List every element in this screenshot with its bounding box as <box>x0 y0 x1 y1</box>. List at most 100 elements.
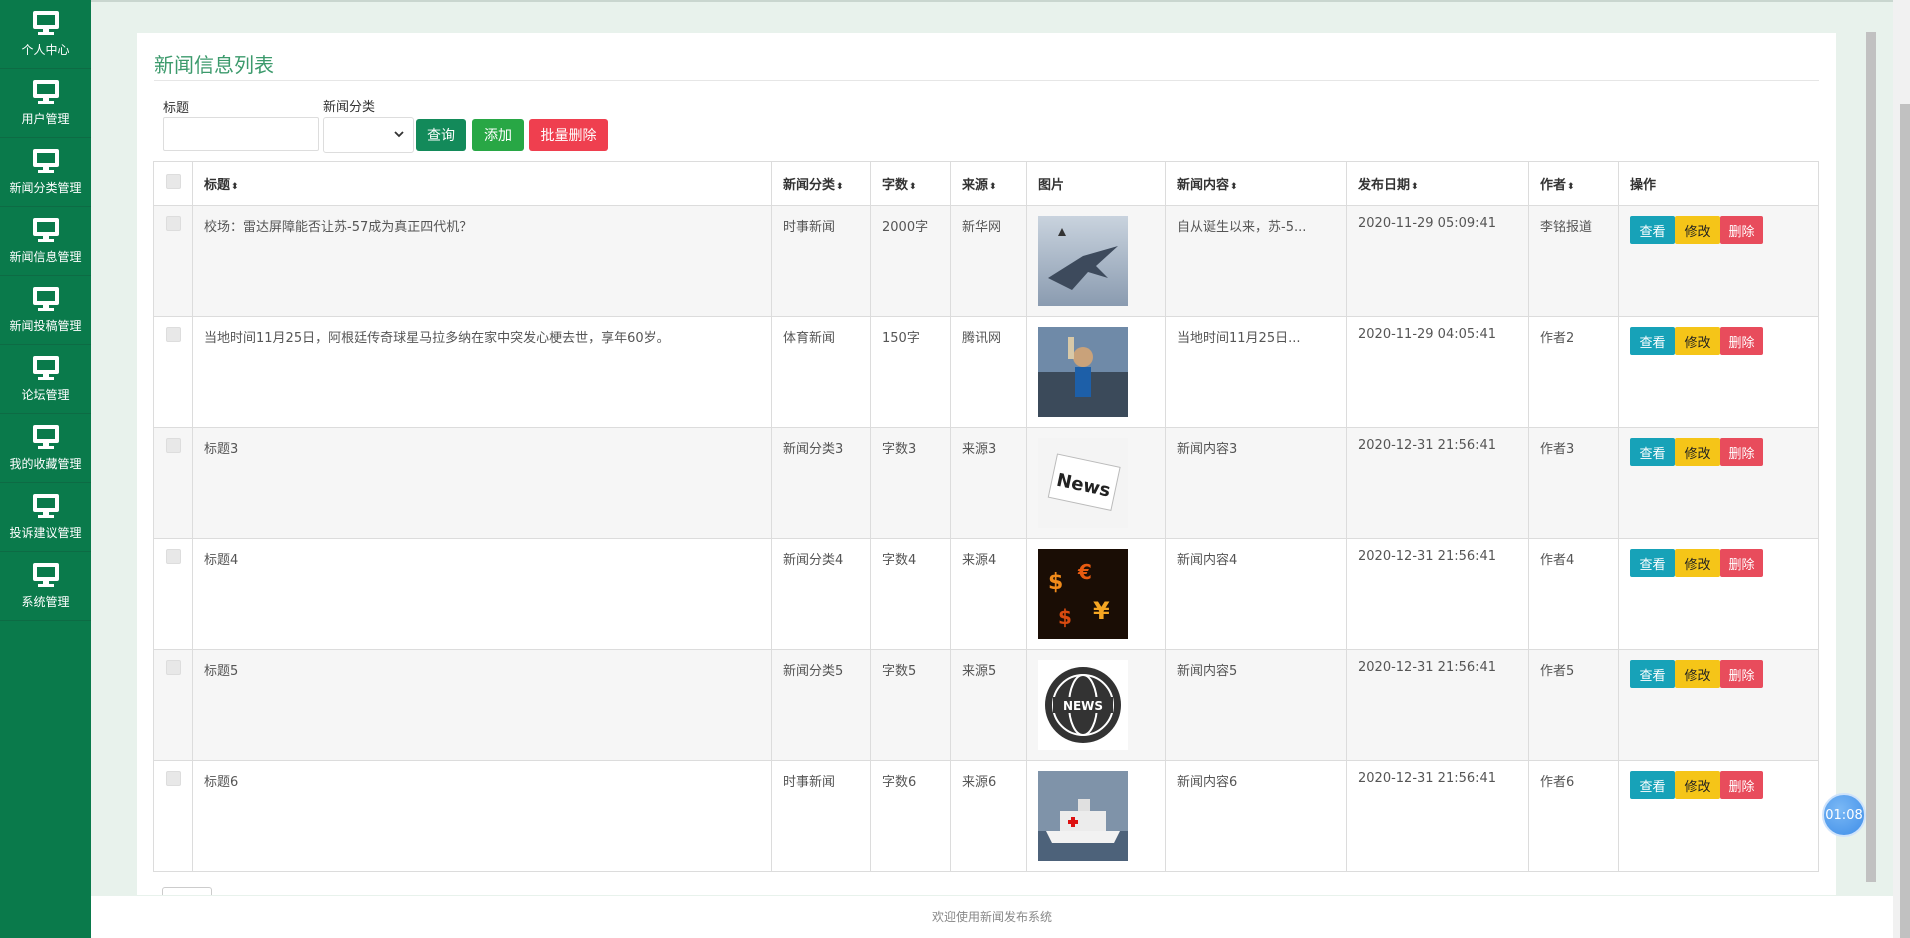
cell-date: 2020-12-31 21:56:41 <box>1346 538 1529 650</box>
monitor-icon <box>32 355 59 380</box>
monitor-icon <box>32 79 59 104</box>
col-ops: 操作 <box>1618 161 1819 206</box>
sidebar-item-6[interactable]: 我的收藏管理 <box>0 414 91 483</box>
col-words[interactable]: 字数⬍ <box>870 161 951 206</box>
cell-image: $ € ¥ $ <box>1026 538 1166 650</box>
col-category-label: 新闻分类 <box>783 178 836 193</box>
view-button[interactable]: 查看 <box>1630 660 1675 688</box>
edit-button[interactable]: 修改 <box>1675 438 1720 466</box>
select-all-cell <box>153 161 193 206</box>
col-source[interactable]: 来源⬍ <box>950 161 1027 206</box>
sidebar-item-8[interactable]: 系统管理 <box>0 552 91 621</box>
delete-button[interactable]: 删除 <box>1720 660 1763 688</box>
sidebar-item-2[interactable]: 新闻分类管理 <box>0 138 91 207</box>
sidebar-item-label: 论坛管理 <box>21 387 70 402</box>
col-title[interactable]: 标题⬍ <box>192 161 772 206</box>
page-title: 新闻信息列表 <box>154 53 274 77</box>
cell-date: 2020-12-31 21:56:41 <box>1346 760 1529 872</box>
cell-content: 新闻内容5 <box>1165 649 1347 761</box>
row-checkbox[interactable] <box>166 327 181 342</box>
news-paper-image: News <box>1038 438 1154 528</box>
row-checkbox[interactable] <box>166 438 181 453</box>
page-size-select[interactable] <box>162 887 212 895</box>
cell-author: 作者2 <box>1528 316 1619 428</box>
cell-category: 时事新闻 <box>771 760 871 872</box>
monitor-icon <box>32 10 59 35</box>
col-author-label: 作者 <box>1540 178 1567 193</box>
row-checkbox[interactable] <box>166 660 181 675</box>
delete-button[interactable]: 删除 <box>1720 771 1763 799</box>
col-author[interactable]: 作者⬍ <box>1528 161 1619 206</box>
timer-badge[interactable]: 01:08 <box>1822 793 1866 837</box>
title-search-input[interactable] <box>163 117 319 151</box>
sidebar-item-7[interactable]: 投诉建议管理 <box>0 483 91 552</box>
batch-delete-button[interactable]: 批量删除 <box>529 119 608 151</box>
query-button[interactable]: 查询 <box>416 119 466 151</box>
view-button[interactable]: 查看 <box>1630 327 1675 355</box>
col-source-label: 来源 <box>962 178 989 193</box>
panel-scrollbar-thumb[interactable] <box>1866 32 1876 882</box>
cell-words: 字数6 <box>870 760 951 872</box>
col-content-label: 新闻内容 <box>1177 178 1230 193</box>
svg-text:NEWS: NEWS <box>1063 699 1103 713</box>
cell-words: 字数3 <box>870 427 951 539</box>
view-button[interactable]: 查看 <box>1630 438 1675 466</box>
fighter-jet-image <box>1038 216 1154 306</box>
col-date[interactable]: 发布日期⬍ <box>1346 161 1529 206</box>
table-row: 当地时间11月25日，阿根廷传奇球星马拉多纳在家中突发心梗去世，享年60岁。 体育… <box>153 316 1819 428</box>
col-ops-label: 操作 <box>1630 178 1657 193</box>
cell-source: 来源3 <box>950 427 1027 539</box>
news-table: 标题⬍ 新闻分类⬍ 字数⬍ 来源⬍ 图片 新闻内容⬍ 发布日期⬍ 作者⬍ 操作 … <box>153 161 1819 872</box>
row-checkbox[interactable] <box>166 771 181 786</box>
row-select-cell <box>153 316 193 428</box>
title-divider <box>154 80 1819 81</box>
sidebar-item-label: 新闻分类管理 <box>9 180 82 195</box>
page-scrollbar-thumb[interactable] <box>1900 104 1910 938</box>
cell-words: 字数4 <box>870 538 951 650</box>
select-all-checkbox[interactable] <box>166 174 181 189</box>
view-button[interactable]: 查看 <box>1630 216 1675 244</box>
col-category[interactable]: 新闻分类⬍ <box>771 161 871 206</box>
delete-button[interactable]: 删除 <box>1720 327 1763 355</box>
sidebar-item-5[interactable]: 论坛管理 <box>0 345 91 414</box>
edit-button[interactable]: 修改 <box>1675 327 1720 355</box>
edit-button[interactable]: 修改 <box>1675 771 1720 799</box>
delete-button[interactable]: 删除 <box>1720 438 1763 466</box>
cell-date: 2020-11-29 05:09:41 <box>1346 205 1529 317</box>
cell-source: 来源4 <box>950 538 1027 650</box>
sidebar-item-label: 投诉建议管理 <box>9 525 82 540</box>
sort-icon: ⬍ <box>231 182 239 192</box>
chevron-down-icon <box>393 128 405 143</box>
edit-button[interactable]: 修改 <box>1675 549 1720 577</box>
cell-author: 作者3 <box>1528 427 1619 539</box>
cell-image: NEWS <box>1026 649 1166 761</box>
sort-icon: ⬍ <box>1411 182 1419 192</box>
col-image-label: 图片 <box>1038 178 1065 193</box>
delete-button[interactable]: 删除 <box>1720 216 1763 244</box>
sidebar-item-0[interactable]: 个人中心 <box>0 0 91 69</box>
table-row: 标题3 新闻分类3 字数3 来源3 News 新闻内容3 2020-12-31 21:56:… <box>153 427 1819 539</box>
view-button[interactable]: 查看 <box>1630 549 1675 577</box>
edit-button[interactable]: 修改 <box>1675 216 1720 244</box>
delete-button[interactable]: 删除 <box>1720 549 1763 577</box>
col-content[interactable]: 新闻内容⬍ <box>1165 161 1347 206</box>
view-button[interactable]: 查看 <box>1630 771 1675 799</box>
svg-text:€: € <box>1077 560 1092 584</box>
sidebar-item-label: 新闻信息管理 <box>9 249 82 264</box>
sidebar-item-4[interactable]: 新闻投稿管理 <box>0 276 91 345</box>
cell-ops: 查看 修改 删除 <box>1618 649 1819 761</box>
cell-date: 2020-12-31 21:56:41 <box>1346 427 1529 539</box>
sidebar-item-3[interactable]: 新闻信息管理 <box>0 207 91 276</box>
row-checkbox[interactable] <box>166 549 181 564</box>
add-button[interactable]: 添加 <box>472 119 524 151</box>
sidebar-item-1[interactable]: 用户管理 <box>0 69 91 138</box>
edit-button[interactable]: 修改 <box>1675 660 1720 688</box>
cell-author: 作者4 <box>1528 538 1619 650</box>
category-select[interactable] <box>323 117 414 153</box>
cell-source: 新华网 <box>950 205 1027 317</box>
sort-icon: ⬍ <box>1230 182 1238 192</box>
category-filter-label: 新闻分类 <box>323 100 376 115</box>
cell-title: 标题6 <box>192 760 772 872</box>
row-checkbox[interactable] <box>166 216 181 231</box>
col-image: 图片 <box>1026 161 1166 206</box>
